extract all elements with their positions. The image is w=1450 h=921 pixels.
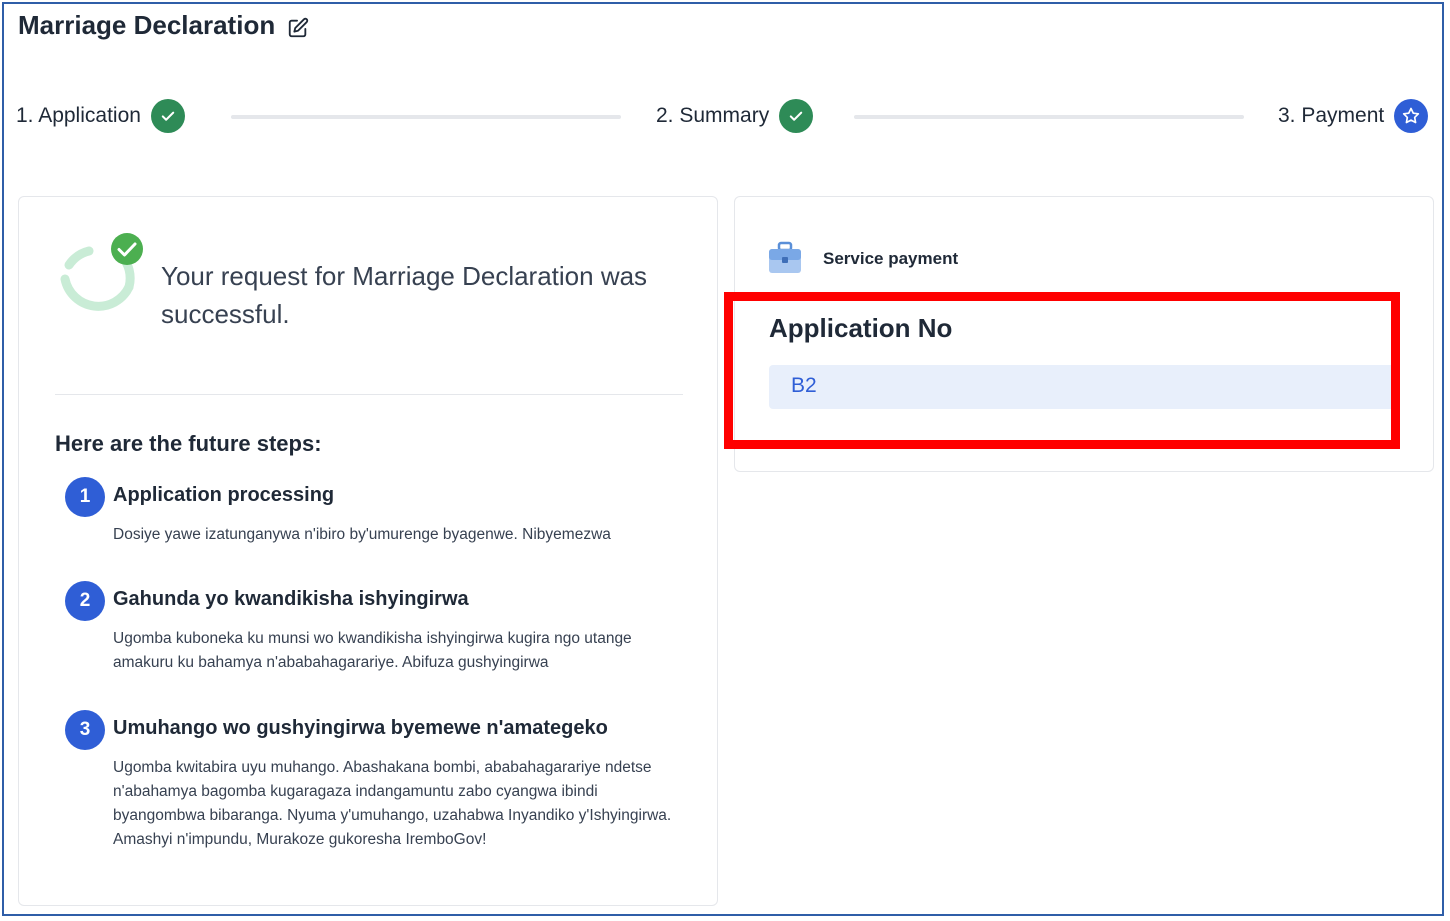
future-step: 1 Application processing Dosiye yawe iza… <box>65 477 685 547</box>
edit-icon[interactable] <box>287 15 309 37</box>
check-icon <box>779 99 814 133</box>
future-step: 3 Umuhango wo gushyingirwa byemewe n'ama… <box>65 710 685 860</box>
star-icon <box>1394 99 1429 133</box>
step-number-badge: 1 <box>65 477 105 517</box>
step-connector <box>854 115 1244 119</box>
future-step-title: Gahunda yo kwandikisha ishyingirwa <box>113 588 469 610</box>
future-step: 2 Gahunda yo kwandikisha ishyingirwa Ugo… <box>65 581 685 681</box>
step-number-badge: 3 <box>65 710 105 750</box>
future-step-description: Ugomba kwitabira uyu muhango. Abashakana… <box>113 759 672 848</box>
application-no-value: B2 <box>791 374 817 397</box>
application-no-field[interactable]: B2 <box>769 365 1397 409</box>
step-summary[interactable]: 2. Summary <box>656 96 814 136</box>
divider <box>55 394 683 395</box>
step-number-badge: 2 <box>65 581 105 621</box>
step-label: 2. Summary <box>656 104 770 127</box>
success-check-icon <box>55 231 145 327</box>
future-step-description: Ugomba kuboneka ku munsi wo kwandikisha … <box>113 630 632 671</box>
page-frame: Marriage Declaration 1. Application 2. S… <box>2 2 1444 916</box>
success-message: Your request for Marriage Declaration wa… <box>161 261 648 329</box>
step-payment[interactable]: 3. Payment <box>1278 96 1429 136</box>
step-application[interactable]: 1. Application <box>16 96 185 136</box>
briefcase-icon <box>767 241 803 275</box>
service-payment-label: Service payment <box>823 249 959 268</box>
future-step-description: Dosiye yawe izatunganywa n'ibiro by'umur… <box>113 526 611 543</box>
progress-stepper: 1. Application 2. Summary 3. Payment <box>16 96 1436 136</box>
check-icon <box>150 99 185 133</box>
step-label: 1. Application <box>16 104 141 127</box>
page-title: Marriage Declaration <box>18 10 309 41</box>
future-steps-title: Here are the future steps: <box>55 431 322 456</box>
step-connector <box>231 115 621 119</box>
success-card: Your request for Marriage Declaration wa… <box>18 196 718 906</box>
application-no-label: Application No <box>769 313 953 343</box>
future-step-title: Umuhango wo gushyingirwa byemewe n'amate… <box>113 717 608 739</box>
page-title-text: Marriage Declaration <box>18 10 276 40</box>
future-step-title: Application processing <box>113 484 335 506</box>
payment-card: Service payment Application No B2 <box>734 196 1434 472</box>
step-label: 3. Payment <box>1278 104 1385 127</box>
